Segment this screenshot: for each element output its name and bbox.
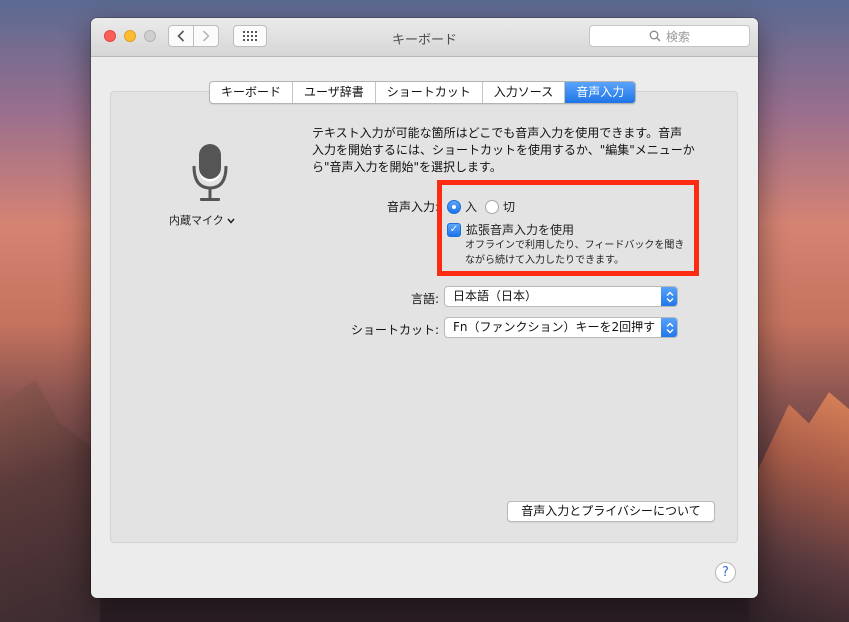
language-value: 日本語（日本） — [453, 289, 538, 303]
search-placeholder: 検索 — [665, 29, 690, 44]
desktop-mountain-left — [0, 380, 100, 622]
shortcut-popup[interactable]: Fn（ファンクション）キーを2回押す — [444, 317, 678, 338]
dictation-description: テキスト入力が可能な箇所はどこでも音声入力を使用できます。音声 入力を開始するに… — [312, 126, 695, 174]
dictation-label: 音声入力: — [386, 200, 439, 214]
tab-input-sources[interactable]: 入力ソース — [483, 82, 566, 103]
updown-arrow-icon — [661, 287, 677, 306]
shortcut-label: ショートカット: — [350, 323, 439, 337]
highlight-box — [437, 180, 699, 276]
tab-user-dictionary[interactable]: ユーザ辞書 — [293, 82, 376, 103]
shortcut-value: Fn（ファンクション）キーを2回押す — [453, 320, 656, 334]
help-button[interactable]: ? — [715, 562, 736, 583]
language-label: 言語: — [410, 292, 439, 306]
preferences-window: キーボード 検索 キーボード ユーザ辞書 ショートカット 入力ソース 音声入力 … — [91, 18, 758, 598]
tab-bar: キーボード ユーザ辞書 ショートカット 入力ソース 音声入力 — [209, 81, 637, 104]
chevron-down-icon — [227, 218, 235, 224]
tab-keyboard[interactable]: キーボード — [210, 82, 294, 103]
language-popup[interactable]: 日本語（日本） — [444, 286, 678, 307]
tab-dictation[interactable]: 音声入力 — [565, 82, 636, 103]
microphone-selector[interactable]: 内蔵マイク — [169, 212, 249, 228]
tab-shortcuts[interactable]: ショートカット — [376, 82, 483, 103]
microphone-icon — [191, 142, 229, 209]
search-field[interactable]: 検索 — [589, 25, 750, 47]
microphone-label: 内蔵マイク — [169, 214, 224, 227]
titlebar: キーボード 検索 — [91, 18, 758, 57]
desktop-mountain-right — [749, 392, 849, 622]
updown-arrow-icon — [661, 318, 677, 337]
search-icon — [649, 30, 661, 42]
privacy-button[interactable]: 音声入力とプライバシーについて — [507, 501, 715, 522]
